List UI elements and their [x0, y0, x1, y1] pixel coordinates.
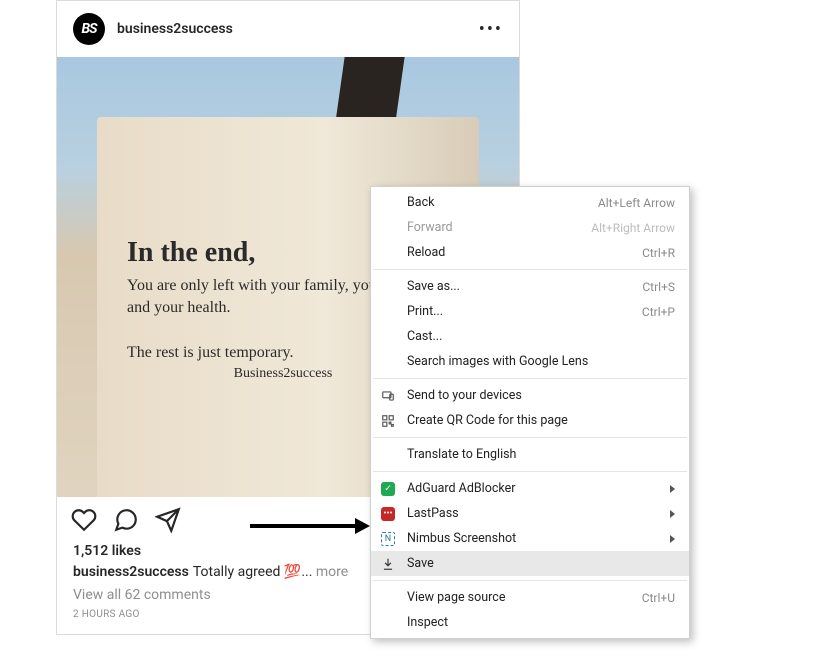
menu-send-to-devices[interactable]: Send to your devices: [371, 383, 689, 408]
menu-inspect[interactable]: Inspect: [371, 610, 689, 635]
adguard-icon: ✓: [380, 481, 396, 497]
download-icon: [380, 556, 396, 572]
menu-google-lens[interactable]: Search images with Google Lens: [371, 349, 689, 374]
comment-icon[interactable]: [113, 507, 139, 537]
menu-translate[interactable]: Translate to English: [371, 442, 689, 467]
menu-lastpass[interactable]: ••• LastPass: [371, 501, 689, 526]
menu-save-as[interactable]: Save as... Ctrl+S: [371, 274, 689, 299]
menu-reload[interactable]: Reload Ctrl+R: [371, 240, 689, 265]
menu-cast[interactable]: Cast...: [371, 324, 689, 349]
menu-create-qr[interactable]: Create QR Code for this page: [371, 408, 689, 433]
caption-more-link[interactable]: more: [316, 564, 348, 580]
menu-separator: [373, 471, 687, 472]
caption-text: Totally agreed 💯: [193, 564, 302, 580]
post-username[interactable]: business2success: [117, 21, 467, 37]
menu-save[interactable]: Save: [371, 551, 689, 576]
share-icon[interactable]: [155, 507, 181, 537]
menu-separator: [373, 269, 687, 270]
chevron-right-icon: [670, 485, 675, 493]
lastpass-icon: •••: [380, 506, 396, 522]
qr-icon: [380, 413, 396, 429]
caption-ellipsis: ...: [301, 564, 312, 580]
more-options-icon[interactable]: •••: [479, 19, 503, 40]
menu-separator: [373, 437, 687, 438]
post-header: BS business2success •••: [57, 1, 519, 57]
menu-back[interactable]: Back Alt+Left Arrow: [371, 190, 689, 215]
menu-print[interactable]: Print... Ctrl+P: [371, 299, 689, 324]
menu-view-source[interactable]: View page source Ctrl+U: [371, 585, 689, 610]
caption-username[interactable]: business2success: [73, 564, 189, 580]
menu-adguard[interactable]: ✓ AdGuard AdBlocker: [371, 476, 689, 501]
chevron-right-icon: [670, 510, 675, 518]
menu-separator: [373, 378, 687, 379]
menu-forward: Forward Alt+Right Arrow: [371, 215, 689, 240]
devices-icon: [380, 388, 396, 404]
menu-separator: [373, 580, 687, 581]
chevron-right-icon: [670, 535, 675, 543]
like-icon[interactable]: [71, 507, 97, 537]
nimbus-icon: N: [380, 531, 396, 547]
browser-context-menu: Back Alt+Left Arrow Forward Alt+Right Ar…: [370, 186, 690, 639]
avatar[interactable]: BS: [73, 13, 105, 45]
menu-nimbus[interactable]: N Nimbus Screenshot: [371, 526, 689, 551]
